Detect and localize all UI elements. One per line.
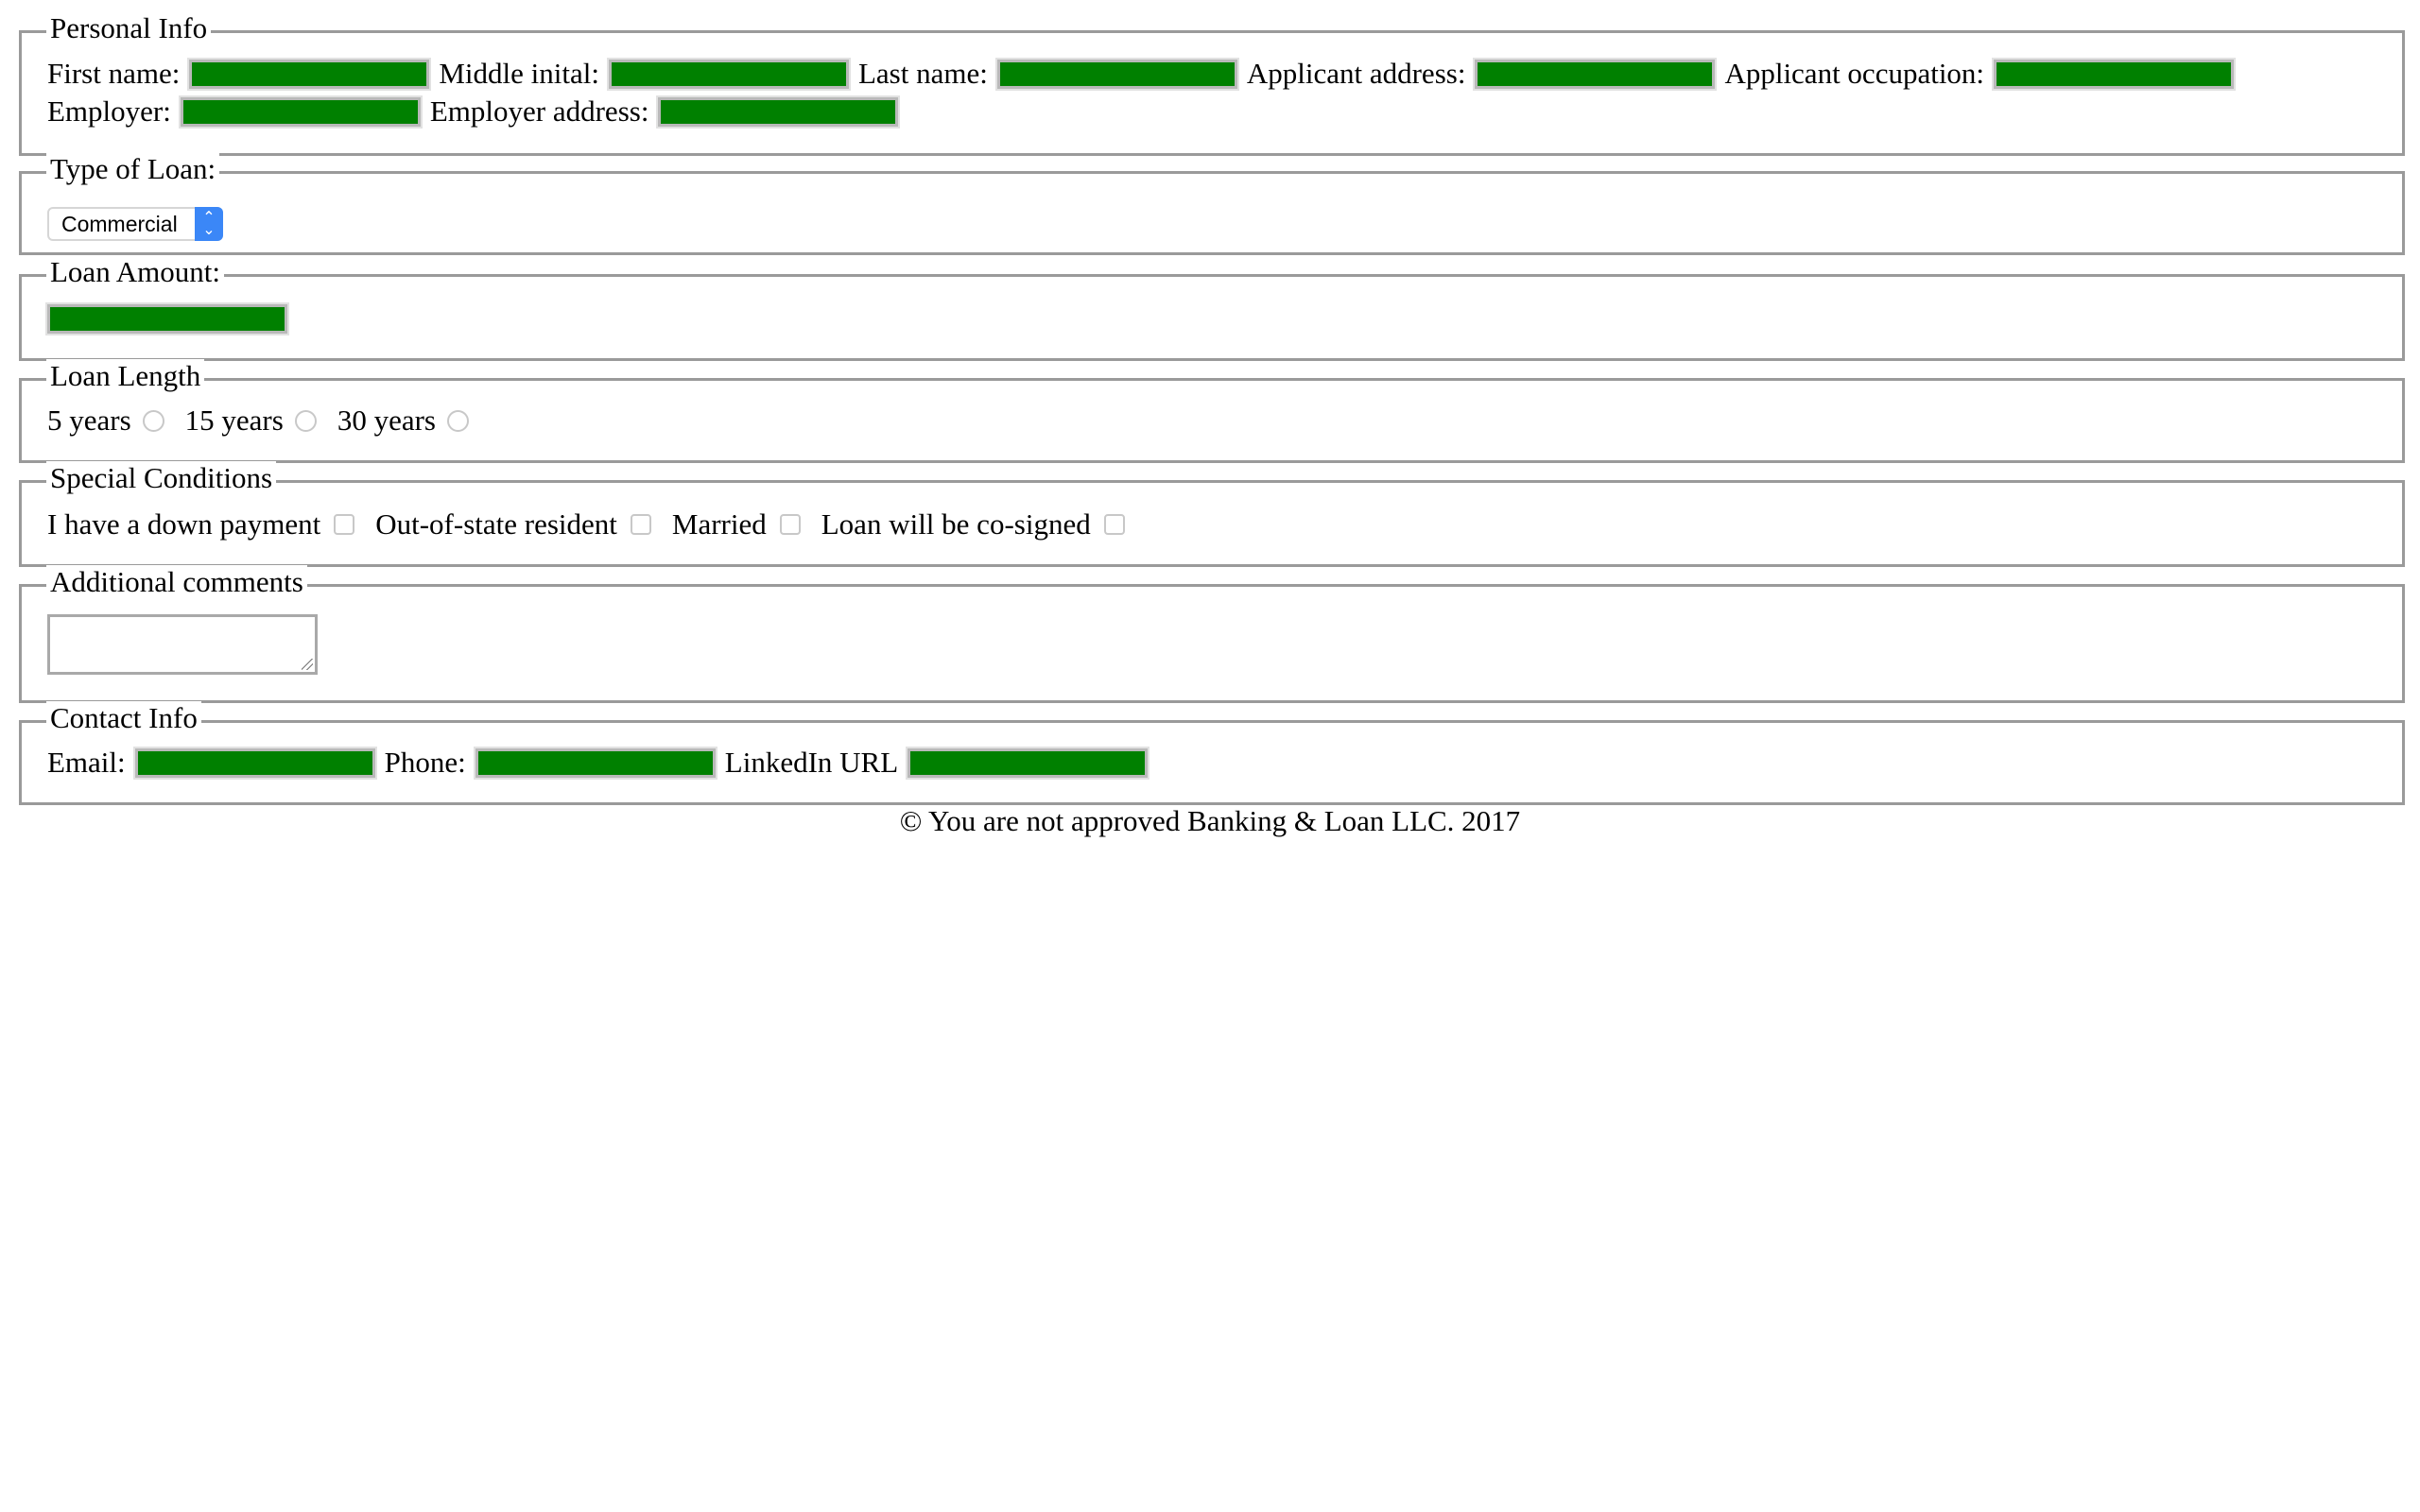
loan-length-option-label: 15 years xyxy=(184,404,284,437)
loan-amount-row xyxy=(45,302,297,335)
fieldset-border-top xyxy=(19,274,2405,277)
special-conditions-legend: Special Conditions xyxy=(46,461,277,495)
down-payment-checkbox[interactable] xyxy=(334,514,355,535)
out-of-state-checkbox[interactable] xyxy=(630,514,651,535)
married-checkbox[interactable] xyxy=(779,514,801,535)
special-condition-label: Loan will be co-signed xyxy=(821,507,1091,541)
loan-type-select[interactable]: Commercial ⌃ ⌄ xyxy=(47,207,223,241)
applicant-address-input[interactable] xyxy=(1473,57,1718,91)
special-condition-label: I have a down payment xyxy=(47,507,321,541)
loan-amount-legend: Loan Amount: xyxy=(46,255,224,289)
linkedin-label: LinkedIn URL xyxy=(724,746,899,779)
additional-comments-fieldset: Additional comments xyxy=(19,565,2405,703)
loan-amount-input[interactable] xyxy=(45,302,289,335)
loan-length-option-label: 5 years xyxy=(47,404,131,437)
footer-copyright: © You are not approved Banking & Loan LL… xyxy=(899,804,1521,837)
first-name-input[interactable] xyxy=(187,57,432,91)
applicant-address-label: Applicant address: xyxy=(1246,57,1466,90)
co-signed-checkbox[interactable] xyxy=(1103,514,1125,535)
loan-length-fieldset: Loan Length 5 years 15 years 30 years xyxy=(19,359,2405,463)
middle-initial-input[interactable] xyxy=(606,57,851,91)
loan-length-option-label: 30 years xyxy=(337,404,436,437)
loan-type-selected-value: Commercial xyxy=(61,212,178,236)
fieldset-border-top xyxy=(19,30,2405,33)
employer-input[interactable] xyxy=(178,94,423,129)
additional-comments-legend: Additional comments xyxy=(46,565,307,599)
loan-length-15-years-radio[interactable] xyxy=(294,409,317,432)
contact-info-row: Email: Phone: LinkedIn URL xyxy=(47,746,1157,780)
special-conditions-fieldset: Special Conditions I have a down payment… xyxy=(19,461,2405,567)
applicant-occupation-input[interactable] xyxy=(1992,57,2237,91)
loan-type-legend: Type of Loan: xyxy=(46,152,220,186)
email-label: Email: xyxy=(47,746,126,779)
last-name-label: Last name: xyxy=(857,57,988,90)
last-name-input[interactable] xyxy=(994,57,1239,91)
contact-info-fieldset: Contact Info Email: Phone: LinkedIn URL xyxy=(19,701,2405,805)
employer-label: Employer: xyxy=(47,94,171,128)
loan-type-fieldset: Type of Loan: Commercial ⌃ ⌄ xyxy=(19,152,2405,255)
personal-info-legend: Personal Info xyxy=(46,11,212,45)
first-name-label: First name: xyxy=(47,57,181,90)
fieldset-border-top xyxy=(19,480,2405,483)
fieldset-border-top xyxy=(19,378,2405,381)
employer-address-label: Employer address: xyxy=(429,94,649,128)
applicant-occupation-label: Applicant occupation: xyxy=(1724,57,1985,90)
employer-address-input[interactable] xyxy=(656,94,901,129)
email-input[interactable] xyxy=(132,746,377,780)
additional-comments-textarea[interactable] xyxy=(47,614,318,675)
select-updown-arrows-icon: ⌃ ⌄ xyxy=(195,207,223,241)
personal-info-fieldset: Personal Info First name: Middle inital:… xyxy=(19,11,2405,156)
personal-info-row-2: Employer: Employer address: xyxy=(47,94,908,129)
contact-info-legend: Contact Info xyxy=(46,701,201,735)
loan-length-row: 5 years 15 years 30 years xyxy=(47,404,490,438)
phone-label: Phone: xyxy=(384,746,466,779)
fieldset-border-top xyxy=(19,720,2405,723)
personal-info-row-1: First name: Middle inital: Last name: Ap… xyxy=(47,57,2243,91)
loan-length-30-years-radio[interactable] xyxy=(446,409,469,432)
loan-length-5-years-radio[interactable] xyxy=(142,409,164,432)
loan-application-page: Personal Info First name: Middle inital:… xyxy=(0,0,2420,1512)
resize-grip-icon[interactable] xyxy=(302,659,313,670)
fieldset-border-top xyxy=(19,171,2405,174)
phone-input[interactable] xyxy=(473,746,717,780)
linkedin-url-input[interactable] xyxy=(906,746,1150,780)
middle-initial-label: Middle inital: xyxy=(439,57,599,90)
special-condition-label: Out-of-state resident xyxy=(375,507,617,541)
loan-amount-fieldset: Loan Amount: xyxy=(19,255,2405,361)
fieldset-border-top xyxy=(19,584,2405,587)
special-conditions-row: I have a down payment Out-of-state resid… xyxy=(47,507,1146,541)
loan-length-legend: Loan Length xyxy=(46,359,205,393)
special-condition-label: Married xyxy=(671,507,767,541)
